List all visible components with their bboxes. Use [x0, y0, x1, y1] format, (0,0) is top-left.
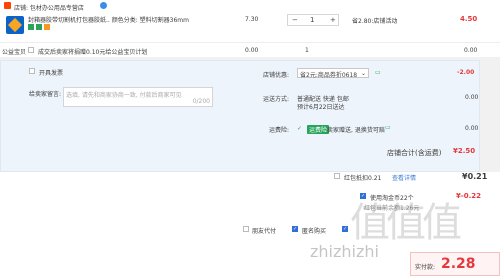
- insurance-price: 0.00: [465, 125, 479, 132]
- insurance-text: 卖家赠送, 退换货可赔: [327, 127, 385, 134]
- insurance-label: 运费险:: [269, 127, 290, 134]
- store-name[interactable]: 店铺: 包材办公用品专营店: [14, 3, 84, 12]
- store-icon: [4, 2, 11, 9]
- charity-qty: 1: [305, 47, 309, 54]
- coupon-amount: -2.00: [457, 69, 475, 76]
- coupon-info-icon[interactable]: ▭: [375, 69, 381, 76]
- order-options-panel: 开具发票 店铺优惠: 省2元:商品券折0618 ⌄ ▭ -2.00 给卖家留言:…: [0, 60, 480, 172]
- charity-price: 0.00: [245, 47, 259, 54]
- charity-checkbox[interactable]: [28, 47, 34, 53]
- wangwang-icon[interactable]: [100, 2, 107, 9]
- coupon-select-value: 省2元:商品券折0618: [300, 72, 358, 79]
- product-title[interactable]: 封箱器胶带切割机打包器胶纸.. 颜色分类: 塑料切割器36mm: [28, 15, 189, 24]
- message-placeholder: 选填, 请先和商家协商一致, 付款后商家可见: [66, 92, 182, 99]
- discount-text: 省2.80:店铺活动: [352, 18, 398, 25]
- watermark-url: zhizhizhi: [310, 242, 379, 261]
- coupon-select[interactable]: 省2元:商品券折0618 ⌄: [297, 68, 369, 79]
- decrease-button[interactable]: −: [292, 16, 298, 24]
- redpacket-amount: ¥0.21: [462, 172, 488, 181]
- store-header: 店铺: 包材办公用品专营店: [0, 0, 500, 12]
- charity-row: 公益宝贝 成交后卖家将捐赠0.10元给公益宝贝计划 0.00 1 0.00: [0, 42, 500, 57]
- charity-label: 公益宝贝: [2, 49, 27, 56]
- store-total-label: 店铺合计(含运费): [387, 149, 442, 157]
- invoice-label[interactable]: 开具发票: [39, 68, 63, 77]
- quantity-value[interactable]: 1: [310, 16, 314, 24]
- item-subtotal: 4.50: [460, 15, 478, 23]
- charity-text: 成交后卖家将捐赠0.10元给公益宝贝计划: [38, 49, 148, 56]
- shipping-date: 预计6月22日送达: [297, 104, 345, 111]
- extra-checkbox[interactable]: [342, 226, 348, 232]
- tag-icon-3: [44, 24, 50, 30]
- increase-button[interactable]: +: [330, 16, 336, 24]
- redpacket-checkbox[interactable]: [334, 173, 340, 179]
- insurance-tag: 运费险: [307, 125, 330, 134]
- coupon-label: 店铺优惠:: [263, 72, 290, 79]
- quantity-stepper[interactable]: − 1 +: [287, 14, 339, 26]
- store-total-amount: ¥2.50: [453, 147, 476, 155]
- chevron-down-icon: ⌄: [360, 70, 366, 77]
- tag-icon-1: [28, 24, 34, 30]
- unit-price: 7.30: [245, 16, 259, 23]
- product-thumbnail[interactable]: [6, 16, 24, 34]
- proxy-pay-label[interactable]: 朋友代付: [252, 226, 276, 235]
- redpacket-link[interactable]: 查看详情: [392, 173, 416, 182]
- message-label: 给卖家留言:: [29, 91, 62, 98]
- anonymous-checkbox[interactable]: [292, 226, 298, 232]
- shipping-label: 运送方式:: [263, 96, 290, 103]
- proxy-pay-checkbox[interactable]: [243, 226, 249, 232]
- insurance-info-icon[interactable]: ▭: [385, 124, 391, 131]
- anonymous-label[interactable]: 匿名购买: [302, 226, 326, 235]
- shipping-price: 0.00: [465, 94, 479, 101]
- message-counter: 0/200: [192, 98, 210, 105]
- cart-item-row: 封箱器胶带切割机打包器胶纸.. 颜色分类: 塑料切割器36mm 7.30 − 1…: [0, 12, 500, 42]
- tag-icon-2: [36, 24, 42, 30]
- message-input[interactable]: 选填, 请先和商家协商一致, 付款后商家可见 0/200: [63, 87, 213, 107]
- redpacket-label: 红包抵扣0.21: [344, 175, 382, 182]
- charity-subtotal: 0.00: [464, 47, 478, 54]
- pay-label: 实付款:: [415, 264, 436, 271]
- insurance-check-icon: ✓: [297, 125, 303, 132]
- invoice-checkbox[interactable]: [29, 68, 35, 74]
